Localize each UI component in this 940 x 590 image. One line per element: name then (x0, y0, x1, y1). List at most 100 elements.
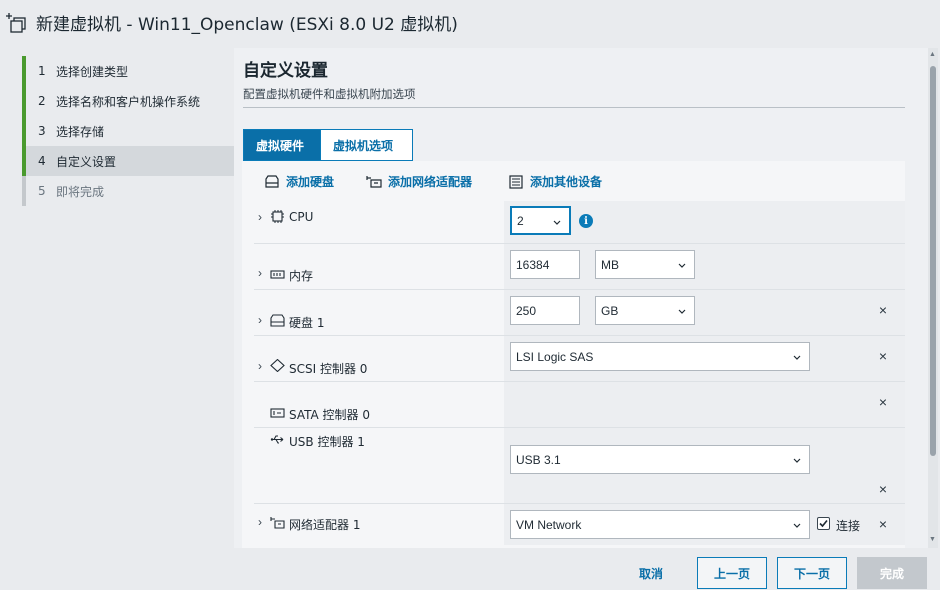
memory-icon (270, 268, 285, 281)
step-customize-settings[interactable]: 4 自定义设置 (22, 146, 234, 176)
step-label: 即将完成 (56, 184, 105, 199)
hardware-toolbar: 添加硬盘 添加网络适配器 添加其他设备 (242, 161, 905, 201)
main-panel: 自定义设置 配置虚拟机硬件和虚拟机附加选项 虚拟硬件 虚拟机选项 添加硬盘 添加… (234, 48, 928, 548)
step-select-creation-type[interactable]: 1 选择创建类型 (22, 56, 234, 86)
device-row-cpu: › CPU 2 i (254, 201, 905, 243)
device-label-cell: SATA 控制器 0 (254, 382, 504, 427)
title-bar: 新建虚拟机 - Win11_Openclaw (ESXi 8.0 U2 虚拟机) (0, 0, 940, 44)
wizard-steps: 1 选择创建类型 2 选择名称和客户机操作系统 3 选择存储 4 自定义设置 5… (22, 56, 234, 206)
step-number: 3 (38, 124, 46, 138)
device-name: USB 控制器 1 (289, 435, 365, 449)
device-name: 硬盘 1 (289, 316, 325, 330)
memory-unit-value: MB (601, 257, 619, 272)
step-label: 自定义设置 (56, 154, 117, 169)
usb-icon (270, 433, 285, 446)
device-config-cell: 250 GB × (504, 290, 905, 335)
network-value: VM Network (516, 517, 582, 532)
step-select-name-os[interactable]: 2 选择名称和客户机操作系统 (22, 86, 234, 116)
remove-network-adapter-button[interactable]: × (879, 516, 887, 532)
step-status-bar (22, 176, 26, 206)
chevron-right-icon[interactable]: › (258, 266, 262, 280)
remove-hard-disk-button[interactable]: × (879, 302, 887, 318)
step-status-bar (22, 146, 26, 176)
vertical-scrollbar[interactable]: ▲ ▼ (928, 48, 938, 548)
memory-size-input[interactable]: 16384 (510, 250, 580, 279)
chevron-down-icon (793, 454, 801, 463)
device-name: 内存 (289, 269, 314, 283)
scrollbar-thumb[interactable] (930, 66, 936, 456)
step-number: 2 (38, 94, 46, 108)
device-row-memory: › 内存 16384 MB (254, 243, 905, 289)
tab-virtual-hardware[interactable]: 虚拟硬件 (243, 129, 321, 161)
checkmark-icon (819, 519, 828, 528)
step-label: 选择存储 (56, 124, 105, 139)
disk-unit-select[interactable]: GB (595, 296, 695, 325)
chevron-down-icon (678, 259, 686, 268)
page-title: 自定义设置 (243, 61, 328, 81)
network-adapter-icon (366, 175, 382, 189)
step-number: 1 (38, 64, 46, 78)
memory-unit-select[interactable]: MB (595, 250, 695, 279)
cancel-button[interactable]: 取消 (626, 557, 676, 589)
device-row-scsi-controller: › SCSI 控制器 0 LSI Logic SAS × (254, 335, 905, 381)
chevron-down-icon (793, 519, 801, 528)
disk-unit-value: GB (601, 303, 619, 318)
device-row-network-adapter: › 网络适配器 1 VM Network 连接 × (254, 503, 905, 545)
finish-button: 完成 (857, 557, 927, 589)
info-icon[interactable]: i (579, 214, 593, 228)
divider (243, 107, 905, 108)
chevron-down-icon (553, 216, 561, 225)
device-name: 网络适配器 1 (289, 518, 361, 532)
step-select-storage[interactable]: 3 选择存储 (22, 116, 234, 146)
step-ready-to-complete: 5 即将完成 (22, 176, 234, 206)
chevron-right-icon[interactable]: › (258, 313, 262, 327)
other-device-icon (508, 174, 524, 189)
device-name: CPU (289, 210, 314, 224)
device-name: SATA 控制器 0 (289, 408, 370, 422)
hard-disk-icon (264, 174, 280, 189)
network-select[interactable]: VM Network (510, 510, 810, 539)
step-number: 5 (38, 184, 46, 198)
remove-scsi-controller-button[interactable]: × (879, 348, 887, 364)
back-button[interactable]: 上一页 (697, 557, 767, 589)
chevron-right-icon[interactable]: › (258, 210, 262, 224)
virtual-hardware-panel: 添加硬盘 添加网络适配器 添加其他设备 › CPU 2 i › 内存 16384… (242, 161, 905, 548)
step-label: 选择名称和客户机操作系统 (56, 94, 201, 109)
chevron-right-icon[interactable]: › (258, 515, 262, 529)
device-config-cell: VM Network 连接 × (504, 504, 905, 545)
scroll-down-icon[interactable]: ▼ (929, 536, 936, 543)
scsi-type-select[interactable]: LSI Logic SAS (510, 342, 810, 371)
disk-size-input[interactable]: 250 (510, 296, 580, 325)
device-config-cell: × (504, 382, 905, 427)
scsi-type-value: LSI Logic SAS (516, 349, 594, 364)
usb-version-select[interactable]: USB 3.1 (510, 445, 810, 474)
connect-checkbox[interactable] (817, 517, 830, 530)
scroll-up-icon[interactable]: ▲ (929, 51, 936, 58)
hard-disk-icon (270, 314, 285, 327)
next-button[interactable]: 下一页 (777, 557, 847, 589)
chevron-right-icon[interactable]: › (258, 359, 262, 373)
device-label-cell: › SCSI 控制器 0 (254, 336, 504, 381)
remove-sata-controller-button[interactable]: × (879, 394, 887, 410)
device-name: SCSI 控制器 0 (289, 362, 368, 376)
step-label: 选择创建类型 (56, 64, 129, 79)
device-label-cell: › 硬盘 1 (254, 290, 504, 335)
remove-usb-controller-button[interactable]: × (879, 481, 887, 497)
chevron-down-icon (678, 305, 686, 314)
chevron-down-icon (793, 351, 801, 360)
add-other-device-button[interactable]: 添加其他设备 (508, 173, 602, 190)
step-status-bar (22, 56, 26, 86)
device-row-usb-controller: USB 控制器 1 USB 3.1 × (254, 427, 905, 503)
add-network-adapter-button[interactable]: 添加网络适配器 (366, 173, 472, 190)
cpu-count-select[interactable]: 2 (510, 206, 571, 235)
device-config-cell: USB 3.1 × (504, 428, 905, 503)
new-vm-icon (6, 11, 28, 33)
device-label-cell: › 内存 (254, 244, 504, 289)
device-row-sata-controller: SATA 控制器 0 × (254, 381, 905, 427)
add-network-adapter-label: 添加网络适配器 (388, 175, 473, 189)
scsi-controller-icon (270, 358, 285, 373)
tab-vm-options[interactable]: 虚拟机选项 (321, 129, 413, 161)
add-hard-disk-button[interactable]: 添加硬盘 (264, 173, 334, 190)
wizard-footer: 取消 上一页 下一页 完成 (0, 548, 940, 590)
cpu-icon (270, 210, 285, 223)
